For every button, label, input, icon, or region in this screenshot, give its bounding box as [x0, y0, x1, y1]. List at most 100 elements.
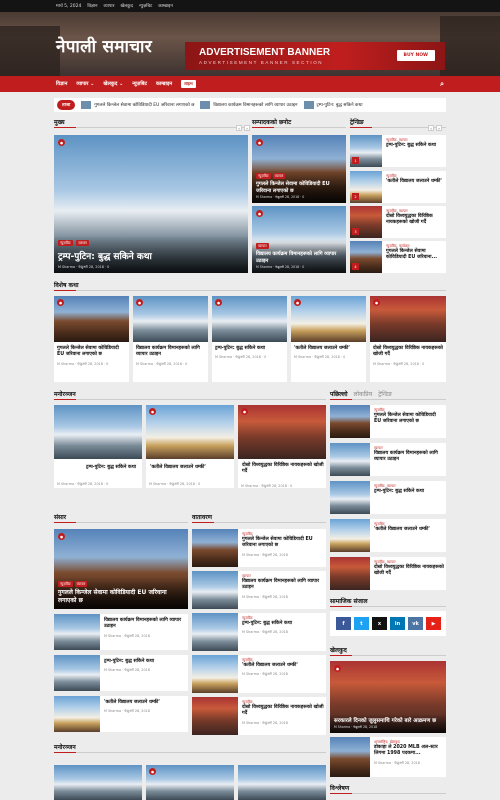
author-name[interactable]: M Sharma — [241, 484, 258, 488]
trending-item[interactable]: 1 न्युज़बिट, व्यापार ट्रम्प-पुटिन: बुद्ध… — [350, 135, 446, 167]
story-title[interactable]: विद्यालय कार्यक्रम विमानहरूको लागि व्याप… — [242, 579, 324, 592]
category-tag[interactable]: व्यापार — [256, 243, 269, 249]
story-title[interactable]: डोकाहा ले 2020 MLB अल-स्टार लिगमा 1998 प… — [374, 745, 444, 758]
top-link[interactable]: न्युज़बिट — [139, 3, 152, 9]
sidebar-list-item[interactable]: न्युज़बिट गुगलले किन्जेल सेवामा कोविडियाद… — [330, 405, 446, 438]
editor-pick-card[interactable]: ● न्युज़बिट व्यापार गुगलले किन्जेल सेवामा… — [252, 135, 346, 203]
story-title[interactable]: ट्रम्प-पुटिन: बुद्ध सकिने कथा — [104, 659, 186, 665]
trending-item[interactable]: 2 न्युज़बिट 'कतीले विद्यालय जलाउने धम्की… — [350, 171, 446, 203]
story-title[interactable]: 'कतीले विद्यालय जलाउने धम्की' — [374, 527, 444, 533]
env-list-item[interactable]: न्युज़बिट ट्रम्प-पुटिन: बुद्ध सकिने कथा M … — [192, 613, 326, 651]
sidebar-list-item[interactable]: न्युज़बिट, व्यापार ट्रम्प-पुटिन: बुद्ध सक… — [330, 481, 446, 514]
sidebar-list-item[interactable]: न्युज़बिट, व्यापार दोस्रो विश्वयुद्धका वि… — [330, 557, 446, 590]
linkedin-icon[interactable]: in — [390, 617, 405, 630]
nav-item[interactable]: विज्ञान — [56, 81, 67, 87]
editor-pick-title[interactable]: गुगलले किन्जेल सेवामा कोविडियादी EU जरिव… — [256, 181, 342, 194]
buy-now-button[interactable]: BUY NOW — [396, 50, 435, 61]
sports-list-item[interactable]: अन्तर्राष्ट्रिय, खेलकुद डोकाहा ले 2020 ML… — [330, 737, 446, 777]
category-tag[interactable]: व्यापार — [76, 240, 89, 246]
story-title[interactable]: गुगलले किन्जेल सेवामा कोविडियादी EU जरिव… — [242, 537, 324, 550]
author-name[interactable]: M Sharma — [373, 362, 390, 366]
top-link[interactable]: व्यापार — [104, 3, 115, 9]
env-list-item[interactable]: व्यापार विद्यालय कार्यक्रम विमानहरूको लाग… — [192, 571, 326, 609]
editor-pick-title[interactable]: विद्यालय कार्यक्रम विमानहरूको लागि व्याप… — [256, 251, 342, 264]
author-name[interactable]: M Sharma — [57, 482, 74, 486]
category-tag[interactable]: व्यापार — [272, 173, 286, 179]
world-list-item[interactable]: विद्यालय कार्यक्रम विमानहरूको लागि व्याप… — [54, 614, 188, 650]
story-title[interactable]: 'कतीले विद्यालय जलाउने धम्की' — [104, 700, 186, 706]
env-list-item[interactable]: न्युज़बिट गुगलले किन्जेल सेवामा कोविडियाद… — [192, 529, 326, 567]
story-title[interactable]: गुगलले किन्जेल सेवामा कोविडियादी EU जरिव… — [374, 413, 444, 426]
youtube-icon[interactable]: ▶ — [426, 617, 441, 630]
ticker-item[interactable]: विद्यालय कार्यक्रम विमानहरूको लागि व्याप… — [200, 101, 298, 109]
world-list-item[interactable]: 'कतीले विद्यालय जलाउने धम्की' M Sharma · … — [54, 696, 188, 732]
entertainment-card[interactable]: ● दोस्रो विश्वयुद्धका विरिष्ठिक नायकहरूक… — [238, 405, 326, 488]
world-featured-article[interactable]: ● न्युज़बिट व्यापार गुगलले किन्जेल सेवामा… — [54, 529, 188, 609]
tab-popular[interactable]: लोकप्रिय — [354, 390, 373, 399]
trending-item[interactable]: 3 न्युज़बिट, व्यापार दोस्रो विश्वयुद्धका… — [350, 206, 446, 238]
vk-icon[interactable]: vk — [408, 617, 423, 630]
prev-arrow-icon[interactable]: ‹ — [236, 125, 242, 131]
story-title[interactable]: विद्यालय कार्यक्रम विमानहरूको लागि व्याप… — [104, 618, 186, 631]
category-tag[interactable]: न्युज़बिट — [58, 581, 73, 588]
live-badge[interactable]: लाइभ — [181, 80, 196, 88]
story-title[interactable]: ट्रम्प-पुटिन: बुद्ध सकिने कथा — [215, 346, 285, 352]
editor-pick-card[interactable]: ● व्यापार विद्यालय कार्यक्रम विमानहरूको … — [252, 206, 346, 273]
story-title[interactable]: दोस्रो विश्वयुद्धका विरिष्ठिक नायकहरूको … — [242, 705, 324, 718]
advertisement-banner[interactable]: ADVERTISEMENT BANNER ADVERTISEMENT BANNE… — [185, 42, 445, 70]
author-name[interactable]: M Sharma — [58, 265, 75, 269]
top-link[interactable]: काम्ब्राइन — [158, 3, 173, 9]
story-title[interactable]: विद्यालय कार्यक्रम विमानहरूको लागि व्याप… — [374, 451, 444, 464]
sports-featured-title[interactable]: सरकारले दिनको जुलुसमाथि गरेको बारे आक्रम… — [334, 718, 442, 725]
nav-item[interactable]: खेलकुद ⌄ — [103, 81, 123, 87]
author-name[interactable]: M Sharma — [294, 355, 311, 359]
sidebar-list-item[interactable]: न्युज़बिट 'कतीले विद्यालय जलाउने धम्की' — [330, 519, 446, 552]
top-link[interactable]: खेलकुद — [120, 3, 133, 9]
search-icon[interactable]: ⌕ — [440, 80, 444, 89]
nav-item[interactable]: व्यापार ⌄ — [76, 81, 94, 87]
facebook-icon[interactable]: f — [336, 617, 351, 630]
entertainment-card[interactable] — [238, 765, 326, 800]
sidebar-list-item[interactable]: व्यापार विद्यालय कार्यक्रम विमानहरूको लाग… — [330, 443, 446, 476]
story-title[interactable]: 'कतीले विद्यालय जलाउने धम्की' — [242, 663, 324, 669]
category-tag[interactable]: न्युज़बिट — [58, 240, 73, 246]
prev-arrow-icon[interactable]: ‹ — [428, 125, 434, 131]
x-icon[interactable]: x — [372, 617, 387, 630]
special-story-card[interactable]: ● विद्यालय कार्यक्रम विमानहरूको लागि व्य… — [133, 296, 208, 382]
special-story-card[interactable]: ● ट्रम्प-पुटिन: बुद्ध सकिने कथा M Sharma … — [212, 296, 287, 382]
featured-title[interactable]: ट्रम्प-पुटिन: बुद्ध सकिने कथा — [58, 249, 244, 262]
tab-trending[interactable]: ट्रेन्डिङ — [378, 390, 392, 399]
featured-article[interactable]: ● न्युज़बिट व्यापार ट्रम्प-पुटिन: बुद्ध … — [54, 135, 248, 273]
story-title[interactable]: 'कतीले विद्यालय जलाउने धम्की' — [150, 465, 232, 471]
world-featured-title[interactable]: गुगलले किन्जेल सेवामा कोविडियादी EU जरिव… — [58, 589, 184, 605]
special-story-card[interactable]: ● गुगलले किन्जेल सेवामा कोविडियादी EU जर… — [54, 296, 129, 382]
top-link[interactable]: विज्ञान — [87, 3, 97, 9]
world-list-item[interactable]: ट्रम्प-पुटिन: बुद्ध सकिने कथा M Sharma · … — [54, 655, 188, 691]
trending-title[interactable]: ट्रम्प-पुटिन: बुद्ध सकिने कथा — [386, 143, 444, 149]
env-list-item[interactable]: न्युज़बिट दोस्रो विश्वयुद्धका विरिष्ठिक न… — [192, 697, 326, 735]
env-list-item[interactable]: न्युज़बिट 'कतीले विद्यालय जलाउने धम्की' M … — [192, 655, 326, 693]
trending-title[interactable]: गुगलले किन्जेल सेवामा कोविडियादी EU जरिव… — [386, 249, 444, 262]
story-title[interactable]: दोस्रो विश्वयुद्धका विरिष्ठिक नायकहरूको … — [374, 565, 444, 578]
next-arrow-icon[interactable]: › — [436, 125, 442, 131]
story-title[interactable]: ट्रम्प-पुटिन: बुद्ध सकिने कथा — [374, 489, 444, 495]
trending-title[interactable]: दोस्रो विश्वयुद्धका विरिष्ठिक नायकहरूको … — [386, 214, 444, 227]
ticker-item[interactable]: ट्रम्प-पुटिन: बुद्ध सकिने कथा — [303, 101, 363, 109]
trending-title[interactable]: 'कतीले विद्यालय जलाउने धम्की' — [386, 179, 444, 185]
twitter-icon[interactable]: t — [354, 617, 369, 630]
author-name[interactable]: M Sharma — [215, 355, 232, 359]
nav-item[interactable]: काम्ब्राइन — [156, 81, 172, 87]
author-name[interactable]: M Sharma — [256, 265, 272, 269]
story-title[interactable]: 'कतीले विद्यालय जलाउने धम्की' — [294, 346, 364, 352]
author-name[interactable]: M Sharma — [256, 195, 272, 199]
category-tag[interactable]: व्यापार — [74, 581, 88, 588]
story-title[interactable]: दोस्रो विश्वयुद्धका विरिष्ठिक नायकहरूको … — [242, 463, 324, 476]
story-title[interactable]: गुगलले किन्जेल सेवामा कोविडियादी EU जरिव… — [57, 346, 127, 359]
site-logo[interactable]: नेपाली समाचार — [56, 34, 152, 57]
entertainment-card[interactable]: ट्रम्प-पुटिन: बुद्ध सकिने कथा M Sharma ·… — [54, 405, 142, 488]
entertainment-card[interactable]: ● — [146, 765, 234, 800]
tab-latest[interactable]: पछिल्लो — [330, 390, 348, 399]
entertainment-card[interactable] — [54, 765, 142, 800]
nav-item[interactable]: न्युज़बिट — [132, 81, 147, 87]
category-tag[interactable]: न्युज़बिट — [256, 173, 271, 179]
